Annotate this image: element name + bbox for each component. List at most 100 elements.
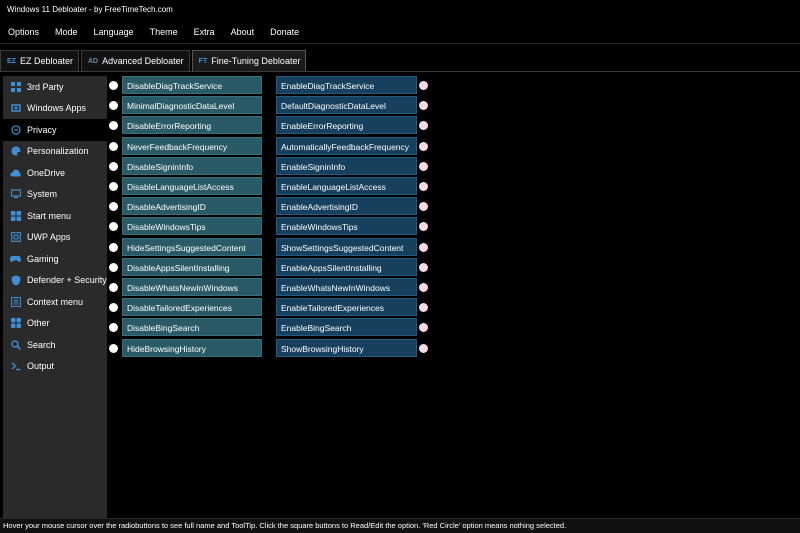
disable-option-button[interactable]: HideBrowsingHistory — [122, 338, 262, 357]
sidebar-item-onedrive[interactable]: OneDrive — [3, 162, 107, 184]
menu-extra[interactable]: Extra — [186, 22, 223, 42]
privacy-icon — [10, 124, 21, 135]
disable-radio[interactable] — [109, 141, 118, 151]
enable-radio[interactable] — [419, 303, 428, 313]
disable-option-button[interactable]: DisableBingSearch — [122, 318, 262, 337]
enable-option-button[interactable]: EnableBingSearch — [276, 318, 417, 337]
sidebar-item-label: Output — [27, 361, 55, 372]
sidebar-item-label: Start menu — [27, 210, 72, 221]
disable-option-button[interactable]: DisableWhatsNewInWindows — [122, 278, 262, 296]
enable-radio[interactable] — [419, 202, 428, 212]
sidebar-item-label: Other — [27, 318, 50, 329]
disable-radio[interactable] — [109, 81, 118, 90]
disable-radio[interactable] — [109, 283, 118, 292]
enable-option-button[interactable]: EnableAppsSilentInstalling — [276, 257, 417, 276]
sidebar-item-3rd-party[interactable]: 3rd Party — [3, 76, 107, 98]
sidebar-item-label: System — [27, 189, 58, 200]
enable-option-button[interactable]: ShowBrowsingHistory — [276, 338, 417, 357]
disable-option-button[interactable]: HideSettingsSuggestedContent — [122, 237, 262, 256]
enable-option-button[interactable]: EnableLanguageListAccess — [276, 177, 417, 195]
disable-radio[interactable] — [109, 202, 118, 212]
disable-option-button[interactable]: DisableSigninInfo — [122, 156, 262, 175]
menu-about[interactable]: About — [223, 22, 263, 42]
enable-radio[interactable] — [419, 81, 428, 90]
enable-option-button[interactable]: AutomaticallyFeedbackFrequency — [276, 136, 417, 155]
sidebar-item-other[interactable]: Other — [3, 313, 107, 335]
sidebar-item-context-menu[interactable]: Context menu — [3, 291, 107, 313]
enable-option-button[interactable]: EnableDiagTrackService — [276, 76, 417, 94]
enable-radio[interactable] — [419, 262, 428, 272]
disable-radio[interactable] — [109, 242, 118, 252]
enable-option-button[interactable]: EnableErrorReporting — [276, 116, 417, 135]
sidebar-item-system[interactable]: System — [3, 184, 107, 206]
sidebar-item-start-menu[interactable]: Start menu — [3, 205, 107, 227]
enable-radio[interactable] — [419, 182, 428, 191]
shield-icon — [10, 275, 21, 286]
tab-fine-tuning-debloater[interactable]: FT Fine-Tuning Debloater — [191, 50, 307, 71]
enable-option-button[interactable]: DefaultDiagnosticDataLevel — [276, 96, 417, 115]
gamepad-icon — [10, 253, 21, 264]
enable-option-button[interactable]: EnableTailoredExperiences — [276, 298, 417, 317]
enable-option-button[interactable]: EnableWindowsTips — [276, 217, 417, 236]
option-row: DisableLanguageListAccess EnableLanguage… — [109, 177, 429, 196]
enable-option-button[interactable]: EnableSigninInfo — [276, 156, 417, 175]
sidebar-item-output[interactable]: Output — [3, 356, 107, 378]
sidebar-item-label: UWP Apps — [27, 232, 71, 243]
disable-option-button[interactable]: DisableDiagTrackService — [122, 76, 262, 94]
enable-radio[interactable] — [419, 242, 428, 252]
title-bar: Windows 11 Debloater - by FreeTimeTech.c… — [0, 0, 800, 21]
menu-theme[interactable]: Theme — [142, 22, 186, 42]
sidebar-item-windows-apps[interactable]: Windows Apps — [3, 98, 107, 120]
enable-radio[interactable] — [419, 323, 428, 333]
disable-radio[interactable] — [109, 303, 118, 313]
menu-donate[interactable]: Donate — [262, 22, 307, 42]
disable-radio[interactable] — [109, 161, 118, 171]
sidebar-item-uwp-apps[interactable]: UWP Apps — [3, 227, 107, 249]
option-row: DisableTailoredExperiences EnableTailore… — [109, 298, 429, 317]
sidebar-item-search[interactable]: Search — [3, 334, 107, 356]
disable-option-button[interactable]: DisableLanguageListAccess — [122, 177, 262, 195]
disable-option-button[interactable]: DisableAdvertisingID — [122, 197, 262, 216]
disable-radio[interactable] — [109, 222, 118, 232]
menu-language[interactable]: Language — [86, 22, 142, 42]
options-panel: DisableDiagTrackService EnableDiagTrackS… — [107, 72, 800, 518]
enable-radio[interactable] — [419, 283, 428, 292]
menu-mode[interactable]: Mode — [47, 22, 86, 42]
disable-radio[interactable] — [109, 323, 118, 333]
sidebar-item-defender-security[interactable]: Defender + Security — [3, 270, 107, 292]
disable-radio[interactable] — [109, 343, 118, 353]
disable-radio[interactable] — [109, 262, 118, 272]
option-row: DisableWhatsNewInWindows EnableWhatsNewI… — [109, 278, 429, 297]
sidebar-item-privacy[interactable]: Privacy — [3, 119, 107, 141]
disable-radio[interactable] — [109, 182, 118, 191]
enable-radio[interactable] — [419, 101, 428, 111]
sidebar-item-label: Gaming — [27, 253, 59, 264]
disable-option-button[interactable]: NeverFeedbackFrequency — [122, 136, 262, 155]
disable-option-button[interactable]: DisableAppsSilentInstalling — [122, 257, 262, 276]
disable-radio[interactable] — [109, 101, 118, 111]
tab-label: EZ Debloater — [19, 56, 73, 66]
disable-radio[interactable] — [109, 121, 118, 131]
enable-radio[interactable] — [419, 141, 428, 151]
enable-radio[interactable] — [419, 343, 428, 353]
menu-options[interactable]: Options — [0, 22, 47, 42]
disable-option-button[interactable]: MinimalDiagnosticDataLevel — [122, 96, 262, 115]
enable-radio[interactable] — [419, 222, 428, 232]
tab-advanced-debloater[interactable]: AD Advanced Debloater — [80, 50, 190, 71]
disable-option-button[interactable]: DisableTailoredExperiences — [122, 298, 262, 317]
sidebar-item-gaming[interactable]: Gaming — [3, 248, 107, 270]
enable-radio[interactable] — [419, 161, 428, 171]
enable-option-button[interactable]: ShowSettingsSuggestedContent — [276, 237, 417, 256]
sidebar-item-label: Defender + Security — [27, 275, 107, 286]
ez-icon: EZ — [7, 57, 16, 65]
sidebar-item-personalization[interactable]: Personalization — [3, 141, 107, 163]
enable-option-button[interactable]: EnableAdvertisingID — [276, 197, 417, 216]
sidebar-item-label: 3rd Party — [27, 81, 64, 92]
disable-option-button[interactable]: DisableWindowsTips — [122, 217, 262, 236]
tab-label: Advanced Debloater — [102, 56, 184, 66]
disable-option-button[interactable]: DisableErrorReporting — [122, 116, 262, 135]
enable-radio[interactable] — [419, 121, 428, 131]
tab-ez-debloater[interactable]: EZ EZ Debloater — [0, 50, 79, 71]
enable-option-button[interactable]: EnableWhatsNewInWindows — [276, 278, 417, 296]
cloud-icon — [10, 167, 21, 178]
